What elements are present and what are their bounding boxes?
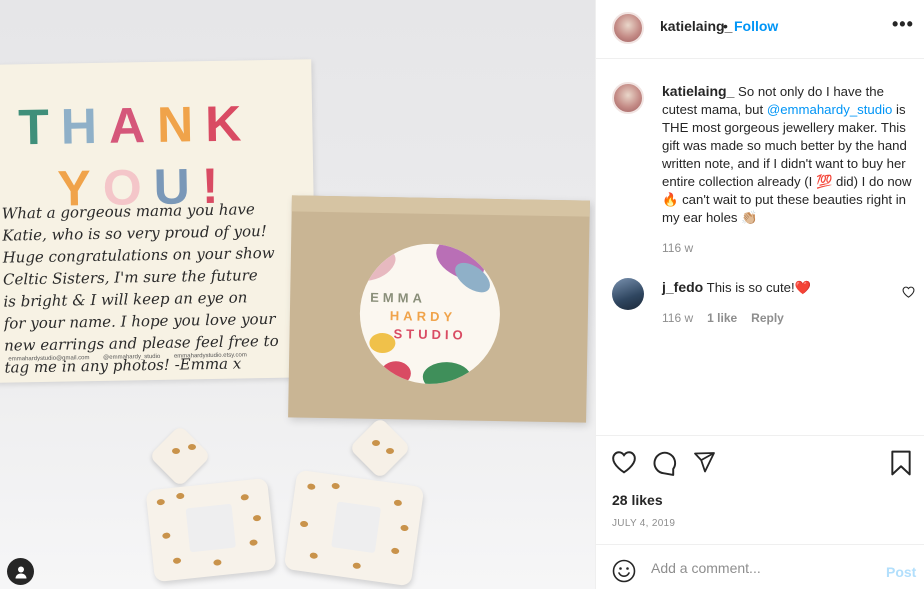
- thank-heading: THANK: [18, 95, 254, 155]
- earring-cutout: [185, 503, 236, 553]
- save-bookmark-icon[interactable]: [890, 450, 912, 476]
- earring-stud: [348, 416, 412, 480]
- likes-count[interactable]: 28 likes: [612, 492, 663, 508]
- earring-stud: [148, 424, 212, 488]
- commenter-avatar[interactable]: [612, 278, 644, 310]
- add-comment-bar: Post: [596, 545, 924, 589]
- post-date[interactable]: JULY 4, 2019: [612, 518, 675, 529]
- gift-box: EMMA HARDY STUDIO: [288, 195, 590, 423]
- comment: j_fedo This is so cute!❤️: [662, 278, 892, 297]
- tagged-user-button[interactable]: [7, 558, 34, 585]
- like-heart-icon[interactable]: [611, 450, 637, 474]
- emoji-picker-icon[interactable]: [612, 559, 636, 583]
- mention-link[interactable]: @emmahardy_studio: [767, 102, 893, 117]
- like-comment-heart-icon[interactable]: [902, 286, 915, 298]
- follow-button[interactable]: Follow: [734, 18, 778, 34]
- earring-right: [283, 416, 436, 587]
- comment-bubble-icon[interactable]: [651, 450, 677, 476]
- avatar[interactable]: [612, 12, 644, 44]
- post-caption: katielaing_ So not only do I have the cu…: [662, 82, 914, 227]
- earring-left: [145, 424, 288, 583]
- more-options-icon[interactable]: •••: [892, 14, 914, 35]
- post-side-panel: katielaing_ • Follow ••• katielaing_ So …: [595, 0, 924, 589]
- comment-meta: 116 w 1 like Reply: [662, 311, 784, 325]
- thank-letter: T: [17, 98, 62, 156]
- sticker-blob: [369, 332, 396, 354]
- clap-emoji: 👏🏼: [741, 210, 758, 225]
- comment-input[interactable]: [651, 557, 871, 579]
- caption-timestamp[interactable]: 116 w: [662, 241, 693, 255]
- post-header: katielaing_ • Follow •••: [596, 0, 924, 59]
- post-photo[interactable]: THANK YOU! What a gorgeous mama you have…: [0, 0, 595, 589]
- comment-timestamp[interactable]: 116 w: [662, 311, 693, 325]
- sticker-brand-line: STUDIO: [393, 326, 467, 343]
- comment-username[interactable]: j_fedo: [662, 279, 703, 295]
- earring-drop: [145, 477, 277, 583]
- comment-text: This is so cute!: [703, 280, 795, 295]
- sticker-brand-line: EMMA: [370, 289, 427, 306]
- post-actions: 28 likes JULY 4, 2019: [596, 435, 924, 545]
- brand-sticker: EMMA HARDY STUDIO: [358, 242, 502, 386]
- caption-avatar[interactable]: [612, 82, 644, 114]
- sticker-blob: [422, 361, 472, 386]
- thank-letter: A: [108, 96, 158, 154]
- post-comment-button[interactable]: Post: [886, 564, 916, 580]
- comment-likes[interactable]: 1 like: [707, 311, 737, 325]
- earring-drop: [283, 469, 425, 587]
- caption-username[interactable]: katielaing_: [662, 83, 734, 99]
- thank-you-card: THANK YOU! What a gorgeous mama you have…: [0, 59, 317, 383]
- separator-dot: •: [723, 18, 728, 34]
- gift-box-lid: [291, 195, 590, 217]
- caption-text: can't wait to put these beauties right i…: [662, 192, 906, 225]
- user-icon: [15, 566, 26, 578]
- thank-letter: H: [60, 97, 110, 155]
- header-username[interactable]: katielaing_: [660, 18, 732, 34]
- reply-button[interactable]: Reply: [751, 311, 784, 325]
- earring-cutout: [331, 501, 382, 554]
- hundred-emoji: 💯: [815, 174, 833, 189]
- share-send-icon[interactable]: [691, 450, 717, 474]
- fire-emoji: 🔥: [662, 192, 679, 207]
- sticker-blob: [380, 360, 412, 386]
- sticker-blob: [358, 242, 401, 287]
- sticker-brand-line: HARDY: [389, 308, 457, 325]
- heart-emoji: ❤️: [794, 280, 812, 295]
- handwritten-note: What a gorgeous mama you have Katie, who…: [1, 200, 279, 377]
- thank-letter: K: [204, 95, 254, 153]
- caption-text: did) I do now: [832, 174, 912, 189]
- thank-letter: N: [156, 96, 206, 153]
